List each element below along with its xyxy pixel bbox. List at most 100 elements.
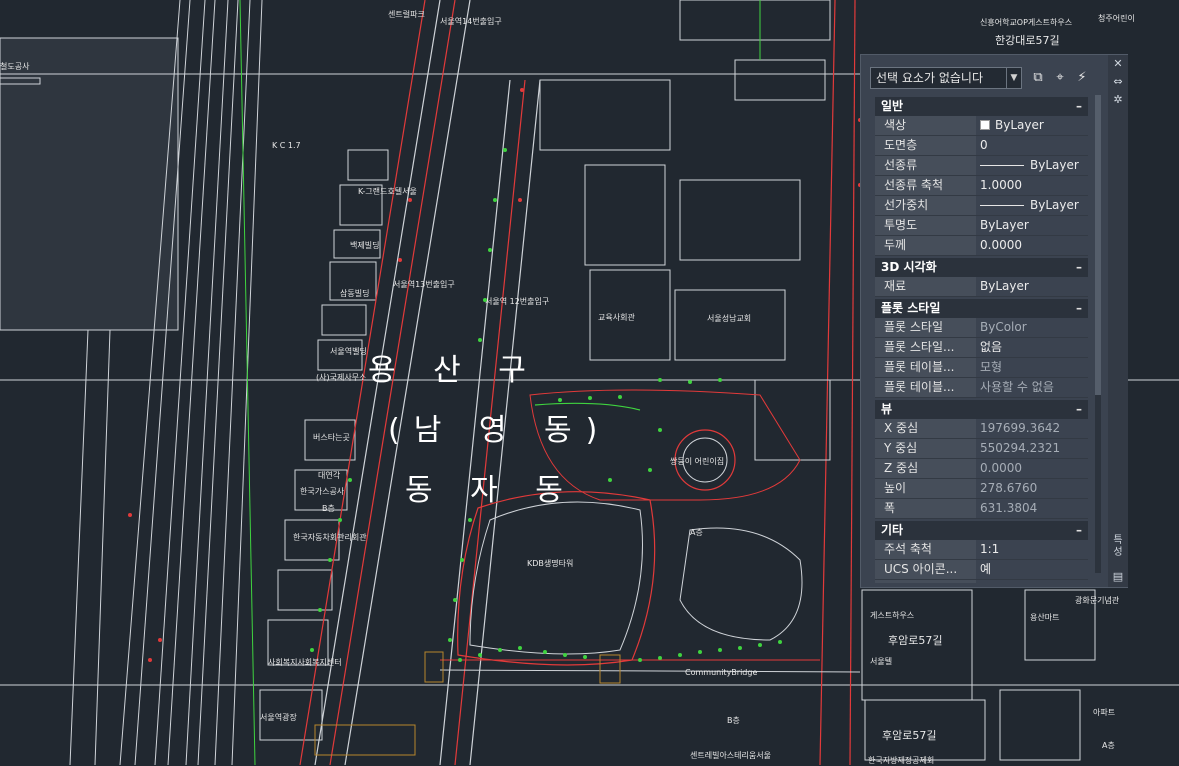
quick-select-icon[interactable]: ⚡ [1073,69,1091,87]
property-row[interactable]: 높이 278.6760 [875,479,1088,499]
label-exit12: 서울역 12번출입구 [485,297,550,306]
section-header[interactable]: 플롯 스타일 – [875,299,1088,318]
collapse-icon[interactable]: – [1076,299,1082,318]
label-road-57c: 후암로57길 [882,729,937,742]
autohide-icon[interactable]: ⇔ [1111,75,1125,89]
property-value[interactable]: ByLayer [977,156,1088,175]
property-row[interactable]: 색상 ByLayer [875,116,1088,136]
label-community: CommunityBridge [685,668,758,677]
property-value-text: 사용할 수 없음 [980,380,1054,394]
label-kgrand: K-그랜드호텔서울 [358,187,417,196]
toggle-pickadd-icon[interactable]: ⧉ [1029,69,1047,87]
property-row[interactable]: 두께 0.0000 [875,236,1088,256]
section-title: 뷰 [881,402,893,416]
building-block-west [0,37,179,331]
property-key: 선종류 [875,156,976,175]
property-value[interactable]: 예 [977,560,1088,579]
property-row[interactable]: Y 중심 550294.2321 [875,439,1088,459]
property-value[interactable]: 1:1 [977,540,1088,559]
property-value-text: 197699.3642 [980,421,1061,435]
section-header[interactable]: 기타 – [875,521,1088,540]
property-row[interactable]: 플롯 테이블... 사용할 수 없음 [875,378,1088,398]
property-value-text: 1.0000 [980,178,1022,192]
property-value[interactable]: 631.3804 [977,499,1088,518]
properties-icon[interactable]: ▤ [1111,570,1125,584]
collapse-icon[interactable]: – [1076,400,1082,419]
label-kc: K C 1.7 [272,141,301,150]
property-row[interactable]: 플롯 스타일 ByColor [875,318,1088,338]
scrollbar-thumb[interactable] [1095,95,1101,395]
property-key: 재료 [875,277,976,296]
property-row[interactable]: Z 중심 0.0000 [875,459,1088,479]
property-row[interactable]: 선종류 축척 1.0000 [875,176,1088,196]
property-key: 주석 축척 [875,540,976,559]
property-row[interactable]: 원점에 있는... 예 [875,580,1088,583]
property-value-text: 예 [980,562,992,576]
section-header[interactable]: 3D 시각화 – [875,258,1088,277]
property-key: 플롯 스타일... [875,338,976,357]
property-row[interactable]: 플롯 스타일... 없음 [875,338,1088,358]
label-twin-kids: 쌍둥이 어린이집 [670,457,725,466]
property-row[interactable]: 투명도 ByLayer [875,216,1088,236]
label-railroad: 철도공사 [0,62,30,71]
property-key: 플롯 테이블... [875,358,976,377]
chevron-down-icon[interactable]: ▼ [1006,68,1021,88]
label-jongno: 광화문기념관 [1075,596,1120,605]
property-value[interactable]: 1.0000 [977,176,1088,195]
property-row[interactable]: 선종류 ByLayer [875,156,1088,176]
property-value[interactable]: 0 [977,136,1088,155]
property-row[interactable]: 재료 ByLayer [875,277,1088,297]
label-exit13: 서울역13번출입구 [393,280,455,289]
property-value[interactable]: 모형 [977,358,1088,377]
property-value[interactable]: 사용할 수 없음 [977,378,1088,397]
label-samdong: 삼동빌딩 [340,289,370,298]
property-value[interactable]: 278.6760 [977,479,1088,498]
label-b1: B층 [322,504,335,513]
property-row[interactable]: UCS 아이콘... 예 [875,560,1088,580]
property-value[interactable]: ByLayer [977,196,1088,215]
property-key: Z 중심 [875,459,976,478]
property-row[interactable]: X 중심 197699.3642 [875,419,1088,439]
label-intl: (사)국제사무소 [316,373,367,382]
property-value-text: 278.6760 [980,481,1038,495]
property-value[interactable]: ByLayer [977,116,1088,135]
property-key: 플롯 스타일 [875,318,976,337]
properties-palette[interactable]: 선택 요소가 없습니다 ▼ ⧉ ⌖ ⚡ 일반 – 색상 ByLayer 도면층 0 선종류 B… [860,54,1128,588]
district-text-line1: 용 산 구 [368,353,540,388]
collapse-icon[interactable]: – [1076,97,1082,116]
property-value[interactable]: ByColor [977,318,1088,337]
property-row[interactable]: 선가중치 ByLayer [875,196,1088,216]
selection-dropdown[interactable]: 선택 요소가 없습니다 ▼ [870,67,1022,89]
property-row[interactable]: 플롯 테이블... 모형 [875,358,1088,378]
property-value-text: ByLayer [980,279,1029,293]
property-value[interactable]: 550294.2321 [977,439,1088,458]
property-value[interactable]: 예 [977,580,1088,583]
section-header[interactable]: 뷰 – [875,400,1088,419]
kdb-tower-outline [469,501,643,655]
property-value[interactable]: 없음 [977,338,1088,357]
collapse-icon[interactable]: – [1076,521,1082,540]
close-icon[interactable]: ✕ [1111,57,1125,71]
property-value[interactable]: ByLayer [977,216,1088,235]
palette-title-bar[interactable]: ✕ ⇔ ✲ 특성 ▤ [1108,55,1128,587]
property-value-text: 1:1 [980,542,1000,556]
palette-scrollbar[interactable] [1095,95,1101,573]
label-a1: A층 [690,528,703,537]
property-value[interactable]: 0.0000 [977,236,1088,255]
property-value[interactable]: 197699.3642 [977,419,1088,438]
property-row[interactable]: 도면층 0 [875,136,1088,156]
property-row[interactable]: 폭 631.3804 [875,499,1088,519]
property-value[interactable]: 0.0000 [977,459,1088,478]
property-row[interactable]: 주석 축척 1:1 [875,540,1088,560]
property-key: Y 중심 [875,439,976,458]
section-header[interactable]: 일반 – [875,97,1088,116]
property-key: 두께 [875,236,976,255]
property-value[interactable]: ByLayer [977,277,1088,296]
property-key: 투명도 [875,216,976,235]
property-value-text: ByLayer [995,118,1044,132]
select-objects-icon[interactable]: ⌖ [1051,69,1069,87]
settings-icon[interactable]: ✲ [1111,93,1125,107]
label-welfare: 사회복지사회복지센터 [268,658,342,667]
collapse-icon[interactable]: – [1076,258,1082,277]
label-seoul-stn: 서울역광장 [260,713,297,722]
